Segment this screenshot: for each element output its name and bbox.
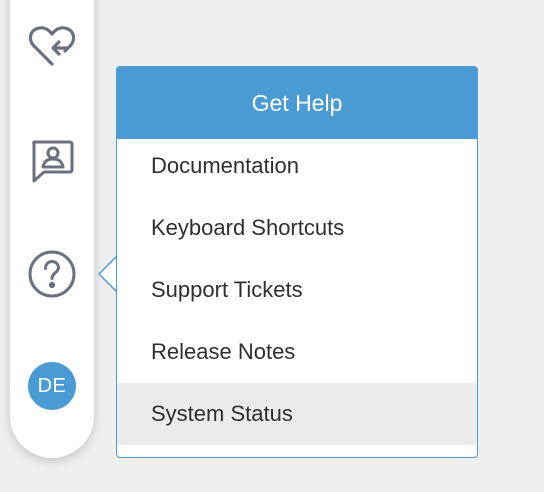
menu-title: Get Help bbox=[117, 67, 477, 139]
menu-item-release-notes[interactable]: Release Notes bbox=[117, 321, 477, 383]
get-help-menu: Get Help Documentation Keyboard Shortcut… bbox=[116, 66, 478, 458]
menu-item-keyboard-shortcuts[interactable]: Keyboard Shortcuts bbox=[117, 197, 477, 259]
sidebar-item-favorites[interactable] bbox=[26, 20, 78, 72]
menu-item-system-status[interactable]: System Status bbox=[117, 383, 477, 445]
help-menu-list: Documentation Keyboard Shortcuts Support… bbox=[117, 135, 477, 445]
contact-card-chat-icon bbox=[28, 136, 76, 184]
sidebar-item-help[interactable] bbox=[26, 248, 78, 300]
heart-return-icon bbox=[27, 24, 77, 68]
user-avatar[interactable]: DE bbox=[28, 362, 76, 410]
menu-item-support-tickets[interactable]: Support Tickets bbox=[117, 259, 477, 321]
help-question-icon bbox=[27, 249, 77, 299]
sidebar-item-contacts[interactable] bbox=[26, 134, 78, 186]
menu-item-documentation[interactable]: Documentation bbox=[117, 135, 477, 197]
avatar-initials: DE bbox=[37, 374, 67, 397]
